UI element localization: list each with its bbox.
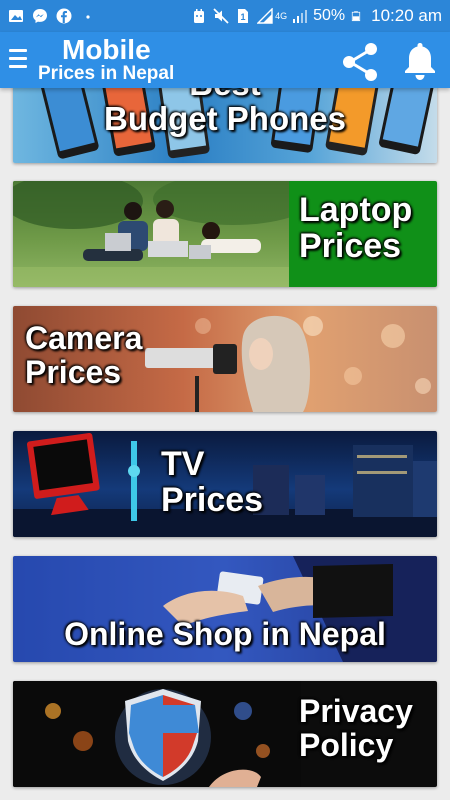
card-laptop-line1: Laptop — [299, 191, 413, 229]
clock: 10:20 am — [371, 6, 442, 25]
category-list: Best Budget Phones Laptop Prices — [0, 88, 450, 800]
card-privacy-policy[interactable]: Privacy Policy — [13, 681, 437, 787]
share-icon[interactable] — [339, 42, 381, 82]
card-privacy-line1: Privacy — [299, 693, 413, 729]
android-debug-icon — [194, 9, 205, 23]
app-title-line1: Mobile — [62, 34, 151, 65]
card-budget-phones-line2: Budget Phones — [103, 99, 346, 137]
card-online-shop-label: Online Shop in Nepal — [64, 616, 386, 652]
messenger-icon — [33, 9, 47, 23]
card-online-shop[interactable]: Online Shop in Nepal — [13, 556, 437, 662]
app-title-line2: Prices in Nepal — [38, 63, 175, 84]
battery-icon — [351, 11, 361, 22]
network-type: 4G — [275, 11, 288, 21]
card-privacy-line2: Policy — [299, 726, 394, 763]
status-right-icons: 1 4G 50% 10:20 am — [191, 6, 442, 26]
card-camera-line1: Camera — [25, 320, 143, 356]
sim-slot-label: 1 — [241, 12, 246, 22]
mute-icon — [213, 8, 229, 24]
card-camera-line2: Prices — [25, 353, 122, 390]
signal-icon — [257, 8, 273, 24]
students-laptop-photo — [13, 181, 289, 287]
card-budget-phones[interactable]: Best Budget Phones — [13, 88, 437, 163]
bell-icon[interactable] — [400, 40, 440, 82]
card-tv-prices[interactable]: TV Prices — [13, 431, 437, 537]
card-camera-prices[interactable]: Camera Prices — [13, 306, 437, 412]
card-laptop-prices[interactable]: Laptop Prices — [13, 181, 437, 287]
status-left-icons — [8, 8, 96, 24]
gallery-icon — [9, 10, 23, 22]
sim-icon: 1 — [238, 9, 249, 23]
hamburger-menu-icon[interactable] — [9, 49, 27, 71]
battery-percent: 50% — [313, 7, 346, 24]
signal-bars-icon — [293, 10, 308, 23]
app-bar: Mobile Prices in Nepal — [0, 32, 450, 88]
privacy-shield-photo — [13, 681, 301, 787]
facebook-icon — [56, 8, 72, 24]
status-bar: 1 4G 50% 10:20 am — [0, 0, 450, 32]
dot-icon — [86, 15, 90, 19]
card-tv-line2: Prices — [161, 480, 264, 519]
card-laptop-line2: Prices — [299, 226, 402, 265]
card-tv-line1: TV — [161, 445, 205, 483]
